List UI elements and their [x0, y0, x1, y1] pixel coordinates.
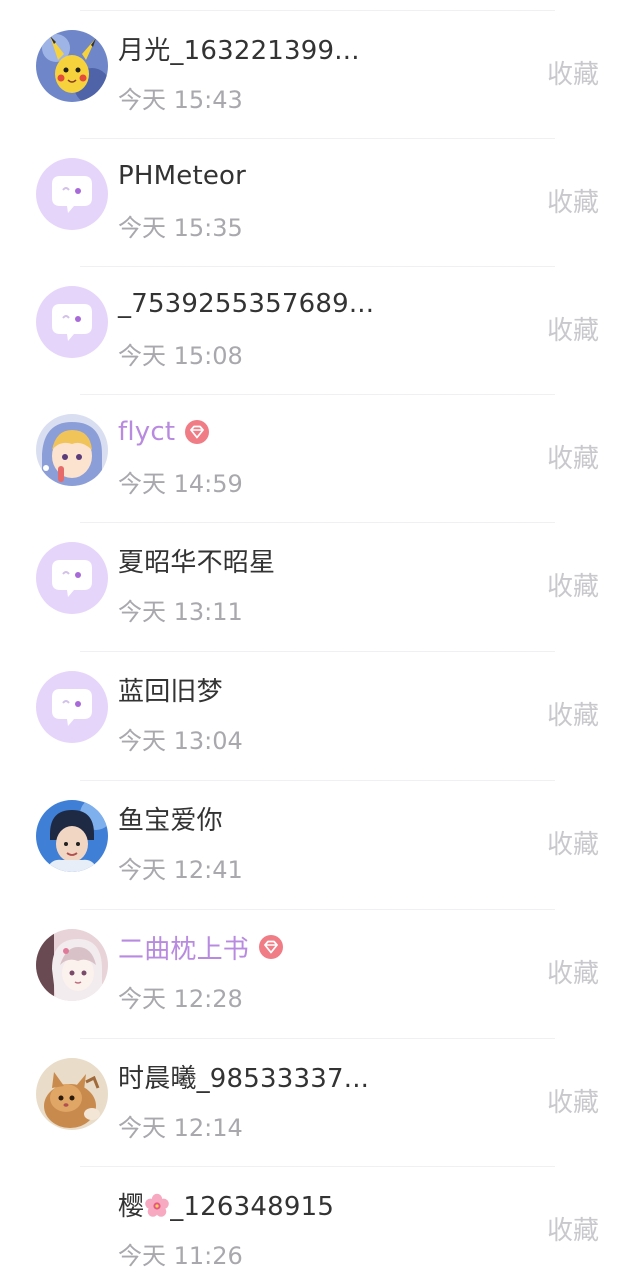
favorite-button[interactable]: 收藏	[547, 695, 599, 732]
divider	[80, 10, 555, 11]
list-item[interactable]: 二曲枕上书 今天 12:28 收藏	[0, 909, 635, 1037]
visitor-list: 月光_163221399... 今天 15:43 收藏 PHMeteor 今天 …	[0, 0, 635, 1280]
photo-person-avatar-icon	[36, 800, 108, 872]
divider	[80, 266, 555, 267]
user-name[interactable]: _7539255357689...	[118, 289, 374, 319]
kitten-avatar-icon	[36, 1058, 108, 1130]
list-item[interactable]: flyct 今天 14:59 收藏	[0, 394, 635, 522]
default-chat-bubble-avatar-icon	[36, 158, 108, 230]
user-name[interactable]: 樱 _126348915	[118, 1186, 334, 1223]
favorite-button[interactable]: 收藏	[547, 1210, 599, 1247]
divider	[80, 909, 555, 910]
divider	[80, 522, 555, 523]
avatar[interactable]	[36, 800, 108, 872]
visit-time: 今天 15:35	[118, 214, 243, 242]
favorite-button[interactable]: 收藏	[547, 824, 599, 861]
diamond-vip-icon	[185, 420, 210, 444]
name-line: 月光_163221399...	[118, 30, 360, 66]
avatar[interactable]	[36, 30, 108, 102]
avatar[interactable]	[36, 1058, 108, 1130]
visit-time: 今天 11:26	[118, 1242, 243, 1270]
avatar[interactable]	[36, 542, 108, 614]
avatar[interactable]	[36, 1186, 108, 1258]
name-line: flyct	[118, 414, 210, 450]
divider	[80, 1038, 555, 1039]
user-name[interactable]: 二曲枕上书	[118, 929, 249, 966]
user-name[interactable]: flyct	[118, 417, 175, 447]
divider	[80, 651, 555, 652]
visit-time: 今天 13:04	[118, 727, 243, 755]
avatar[interactable]	[36, 929, 108, 1001]
anime-girl-pink-avatar-icon	[36, 929, 108, 1001]
list-item[interactable]: 蓝回旧梦 今天 13:04 收藏	[0, 651, 635, 779]
pikachu-avatar-icon	[36, 30, 108, 102]
default-chat-bubble-avatar-icon	[36, 286, 108, 358]
cherry-blossom-emoji-icon	[145, 1193, 170, 1217]
user-name[interactable]: 夏昭华不昭星	[118, 542, 275, 579]
user-name[interactable]: PHMeteor	[118, 161, 246, 191]
name-line: 蓝回旧梦	[118, 671, 223, 707]
avatar[interactable]	[36, 671, 108, 743]
user-name[interactable]: 蓝回旧梦	[118, 671, 223, 708]
divider	[80, 1166, 555, 1167]
diamond-vip-icon	[259, 935, 284, 959]
user-name[interactable]: 时晨曦_98533337...	[118, 1058, 369, 1095]
list-item[interactable]: 月光_163221399... 今天 15:43 收藏	[0, 10, 635, 138]
name-line: PHMeteor	[118, 158, 246, 194]
list-item[interactable]: 时晨曦_98533337... 今天 12:14 收藏	[0, 1038, 635, 1166]
visit-time: 今天 12:14	[118, 1114, 243, 1142]
favorite-button[interactable]: 收藏	[547, 953, 599, 990]
divider	[80, 394, 555, 395]
divider	[80, 780, 555, 781]
anime-girl-avatar-icon	[36, 414, 108, 486]
blank-avatar-icon	[36, 1186, 108, 1258]
user-name-prefix: 樱	[118, 1191, 145, 1222]
visit-time: 今天 12:28	[118, 985, 243, 1013]
divider	[80, 138, 555, 139]
name-line: 夏昭华不昭星	[118, 542, 275, 578]
user-name-suffix: _126348915	[170, 1191, 335, 1222]
list-item[interactable]: _7539255357689... 今天 15:08 收藏	[0, 266, 635, 394]
list-item[interactable]: 夏昭华不昭星 今天 13:11 收藏	[0, 522, 635, 650]
name-line: 二曲枕上书	[118, 929, 284, 965]
list-item[interactable]: 樱 _126348915 今天 11:26 收藏	[0, 1166, 635, 1280]
visit-time: 今天 13:11	[118, 598, 243, 626]
default-chat-bubble-avatar-icon	[36, 542, 108, 614]
visit-time: 今天 14:59	[118, 470, 243, 498]
avatar[interactable]	[36, 158, 108, 230]
favorite-button[interactable]: 收藏	[547, 182, 599, 219]
default-chat-bubble-avatar-icon	[36, 671, 108, 743]
list-item[interactable]: PHMeteor 今天 15:35 收藏	[0, 138, 635, 266]
avatar[interactable]	[36, 286, 108, 358]
avatar[interactable]	[36, 414, 108, 486]
list-item[interactable]: 鱼宝爱你 今天 12:41 收藏	[0, 780, 635, 908]
favorite-button[interactable]: 收藏	[547, 54, 599, 91]
visit-time: 今天 12:41	[118, 856, 243, 884]
visit-time: 今天 15:43	[118, 86, 243, 114]
favorite-button[interactable]: 收藏	[547, 566, 599, 603]
user-name[interactable]: 鱼宝爱你	[118, 800, 223, 837]
favorite-button[interactable]: 收藏	[547, 310, 599, 347]
favorite-button[interactable]: 收藏	[547, 438, 599, 475]
name-line: 鱼宝爱你	[118, 800, 223, 836]
favorite-button[interactable]: 收藏	[547, 1082, 599, 1119]
name-line: 樱 _126348915	[118, 1186, 334, 1222]
user-name[interactable]: 月光_163221399...	[118, 30, 360, 67]
visit-time: 今天 15:08	[118, 342, 243, 370]
name-line: _7539255357689...	[118, 286, 374, 322]
name-line: 时晨曦_98533337...	[118, 1058, 369, 1094]
